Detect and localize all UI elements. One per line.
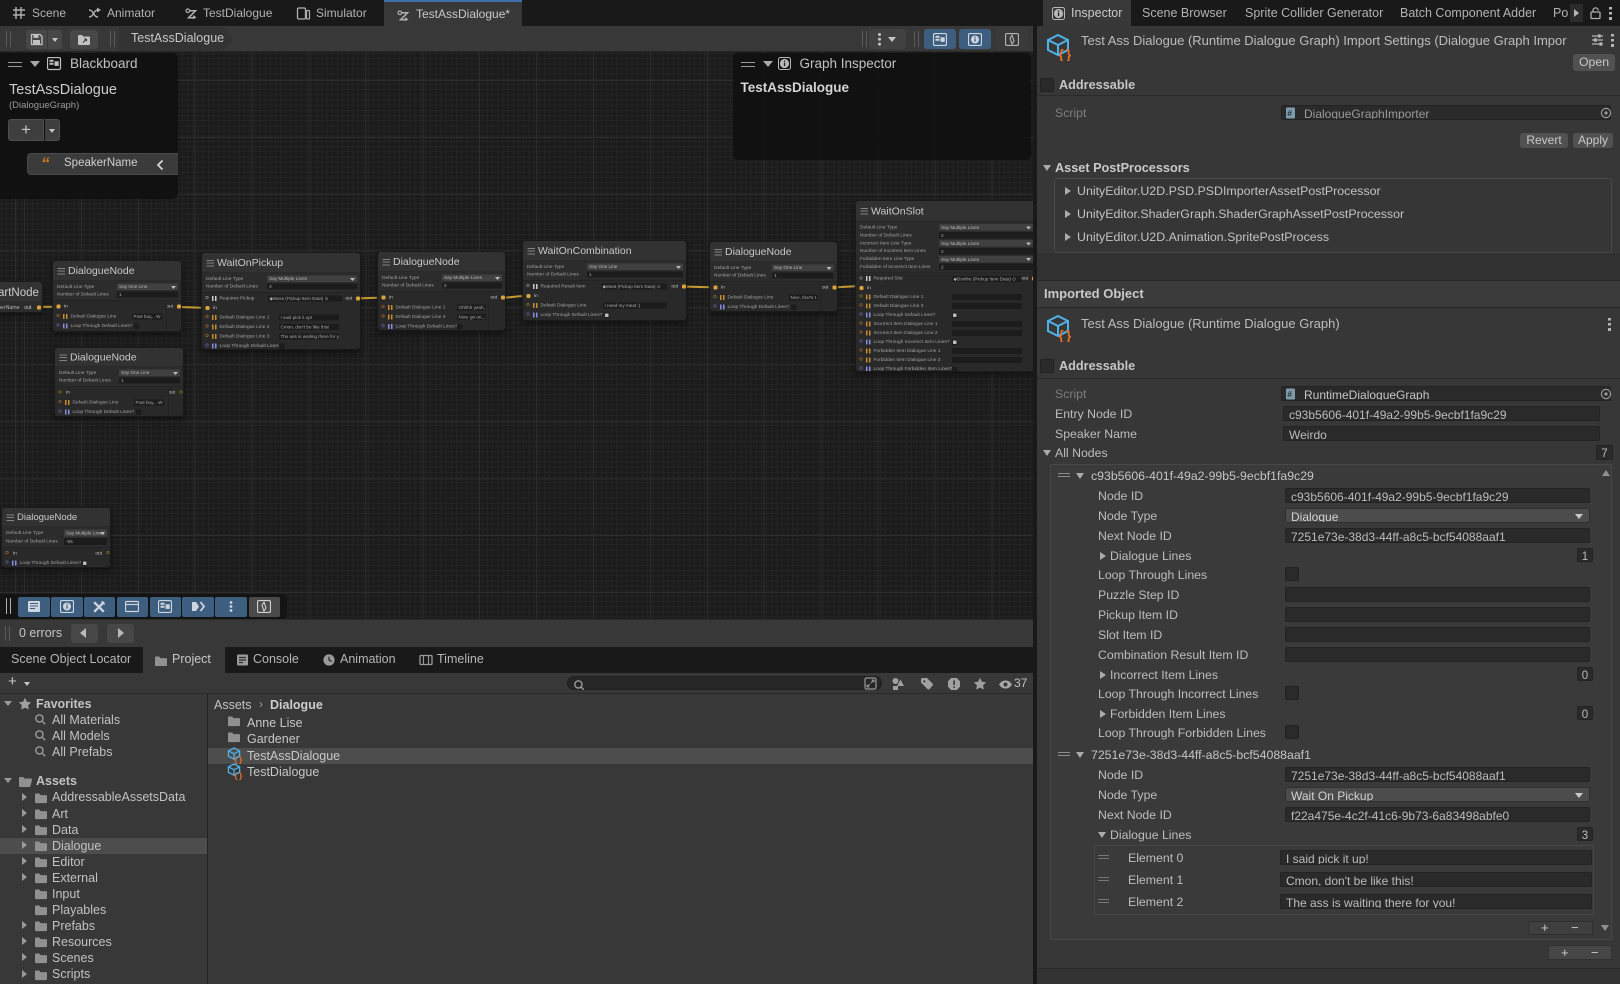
svg-text:}: } bbox=[239, 770, 243, 780]
svg-text:#: # bbox=[1287, 108, 1292, 118]
svg-text:{: { bbox=[234, 770, 238, 780]
svg-text:}: } bbox=[1066, 328, 1071, 342]
svg-text:{: { bbox=[1059, 47, 1064, 61]
svg-text:#: # bbox=[1287, 389, 1292, 399]
svg-text:{: { bbox=[1059, 328, 1064, 342]
svg-text:}: } bbox=[1066, 47, 1071, 61]
